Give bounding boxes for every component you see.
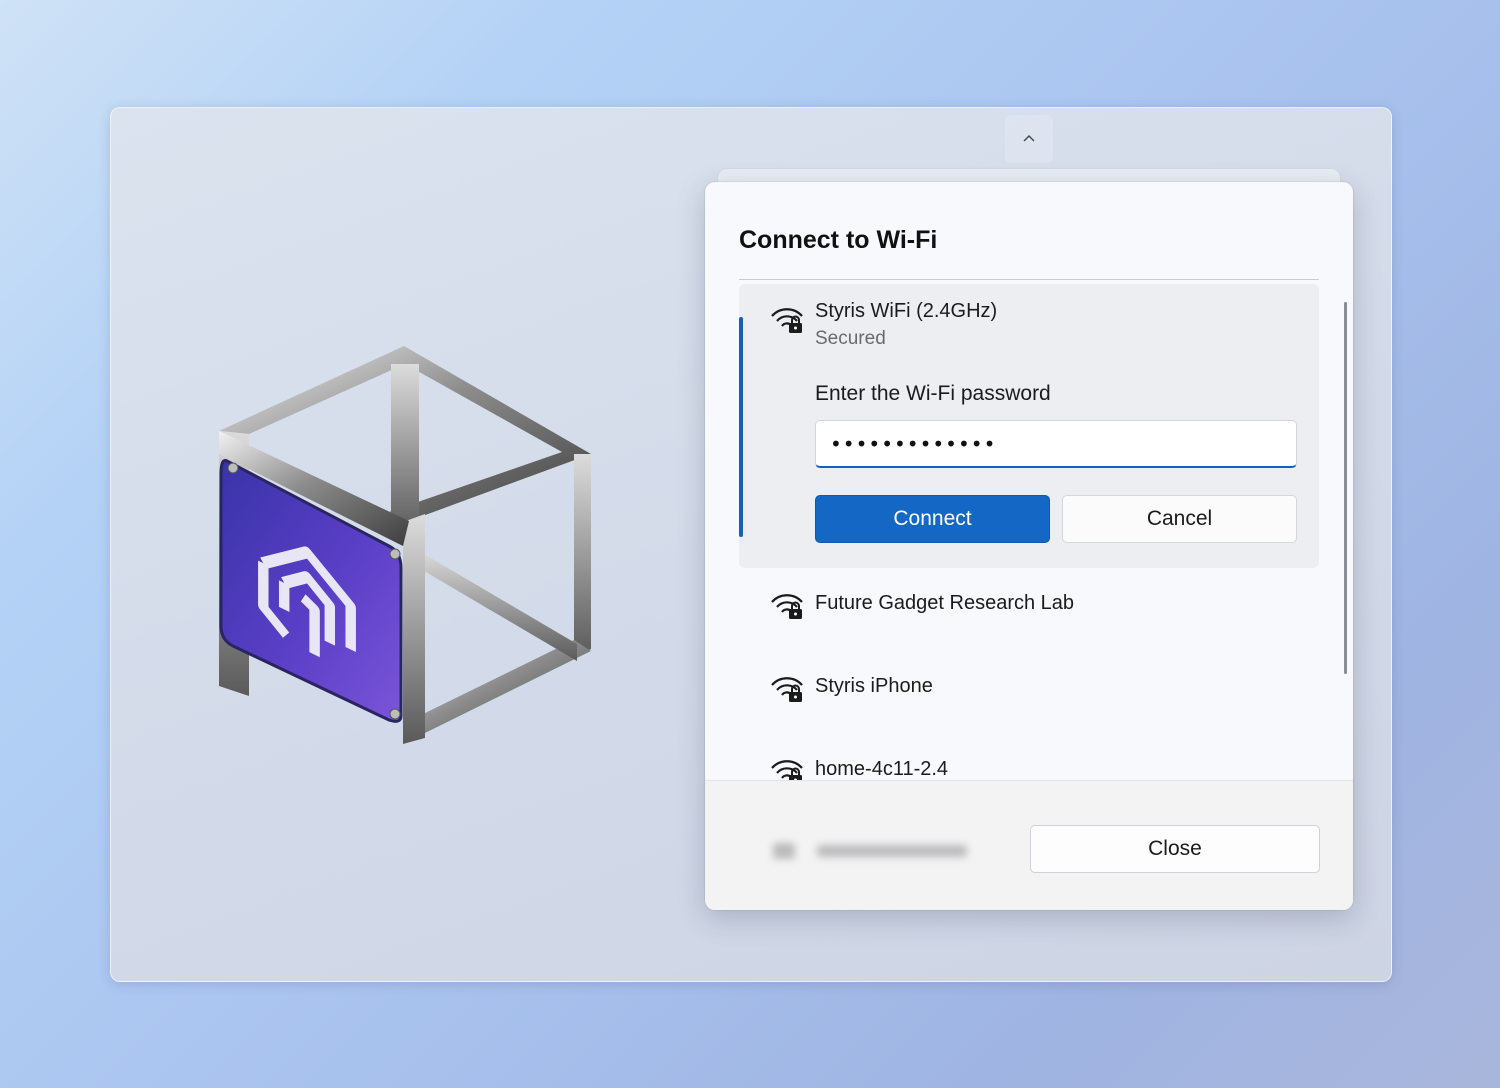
password-input[interactable]: [815, 420, 1297, 468]
collapse-button[interactable]: [1005, 115, 1053, 163]
wifi-dialog: Connect to Wi-Fi Styris WiFi (2.4GHz) Se…: [705, 182, 1353, 910]
wifi-secured-icon: [771, 594, 803, 619]
network-name: Styris iPhone: [815, 675, 933, 697]
network-name: Styris WiFi (2.4GHz): [815, 300, 998, 322]
network-item[interactable]: home-4c11-2.4: [739, 734, 1319, 780]
password-label: Enter the Wi-Fi password: [815, 382, 1051, 405]
list-scrollbar[interactable]: [1344, 302, 1347, 674]
blurred-network-shadow: [773, 843, 967, 859]
dialog-title: Connect to Wi-Fi: [739, 226, 938, 254]
connect-button[interactable]: Connect: [815, 495, 1050, 543]
setup-window: Connect to Wi-Fi Styris WiFi (2.4GHz) Se…: [110, 107, 1392, 982]
close-button[interactable]: Close: [1030, 825, 1320, 873]
dialog-footer: Close: [705, 780, 1353, 910]
network-name: home-4c11-2.4: [815, 758, 949, 780]
selection-indicator: [739, 317, 743, 537]
chevron-up-icon: [1023, 135, 1035, 142]
cancel-button[interactable]: Cancel: [1062, 495, 1297, 543]
wifi-secured-icon: [771, 677, 803, 702]
network-status: Secured: [815, 328, 886, 349]
title-divider: [739, 279, 1319, 280]
wifi-secured-icon: [771, 308, 803, 333]
network-list: Styris WiFi (2.4GHz) Secured Enter the W…: [739, 284, 1319, 780]
network-item[interactable]: Styris iPhone: [739, 651, 1319, 721]
network-item-expanded[interactable]: Styris WiFi (2.4GHz) Secured Enter the W…: [739, 284, 1319, 568]
network-name: Future Gadget Research Lab: [815, 592, 1075, 614]
device-illustration: [219, 346, 591, 744]
wifi-secured-icon: [771, 760, 803, 780]
network-item[interactable]: Future Gadget Research Lab: [739, 568, 1319, 638]
